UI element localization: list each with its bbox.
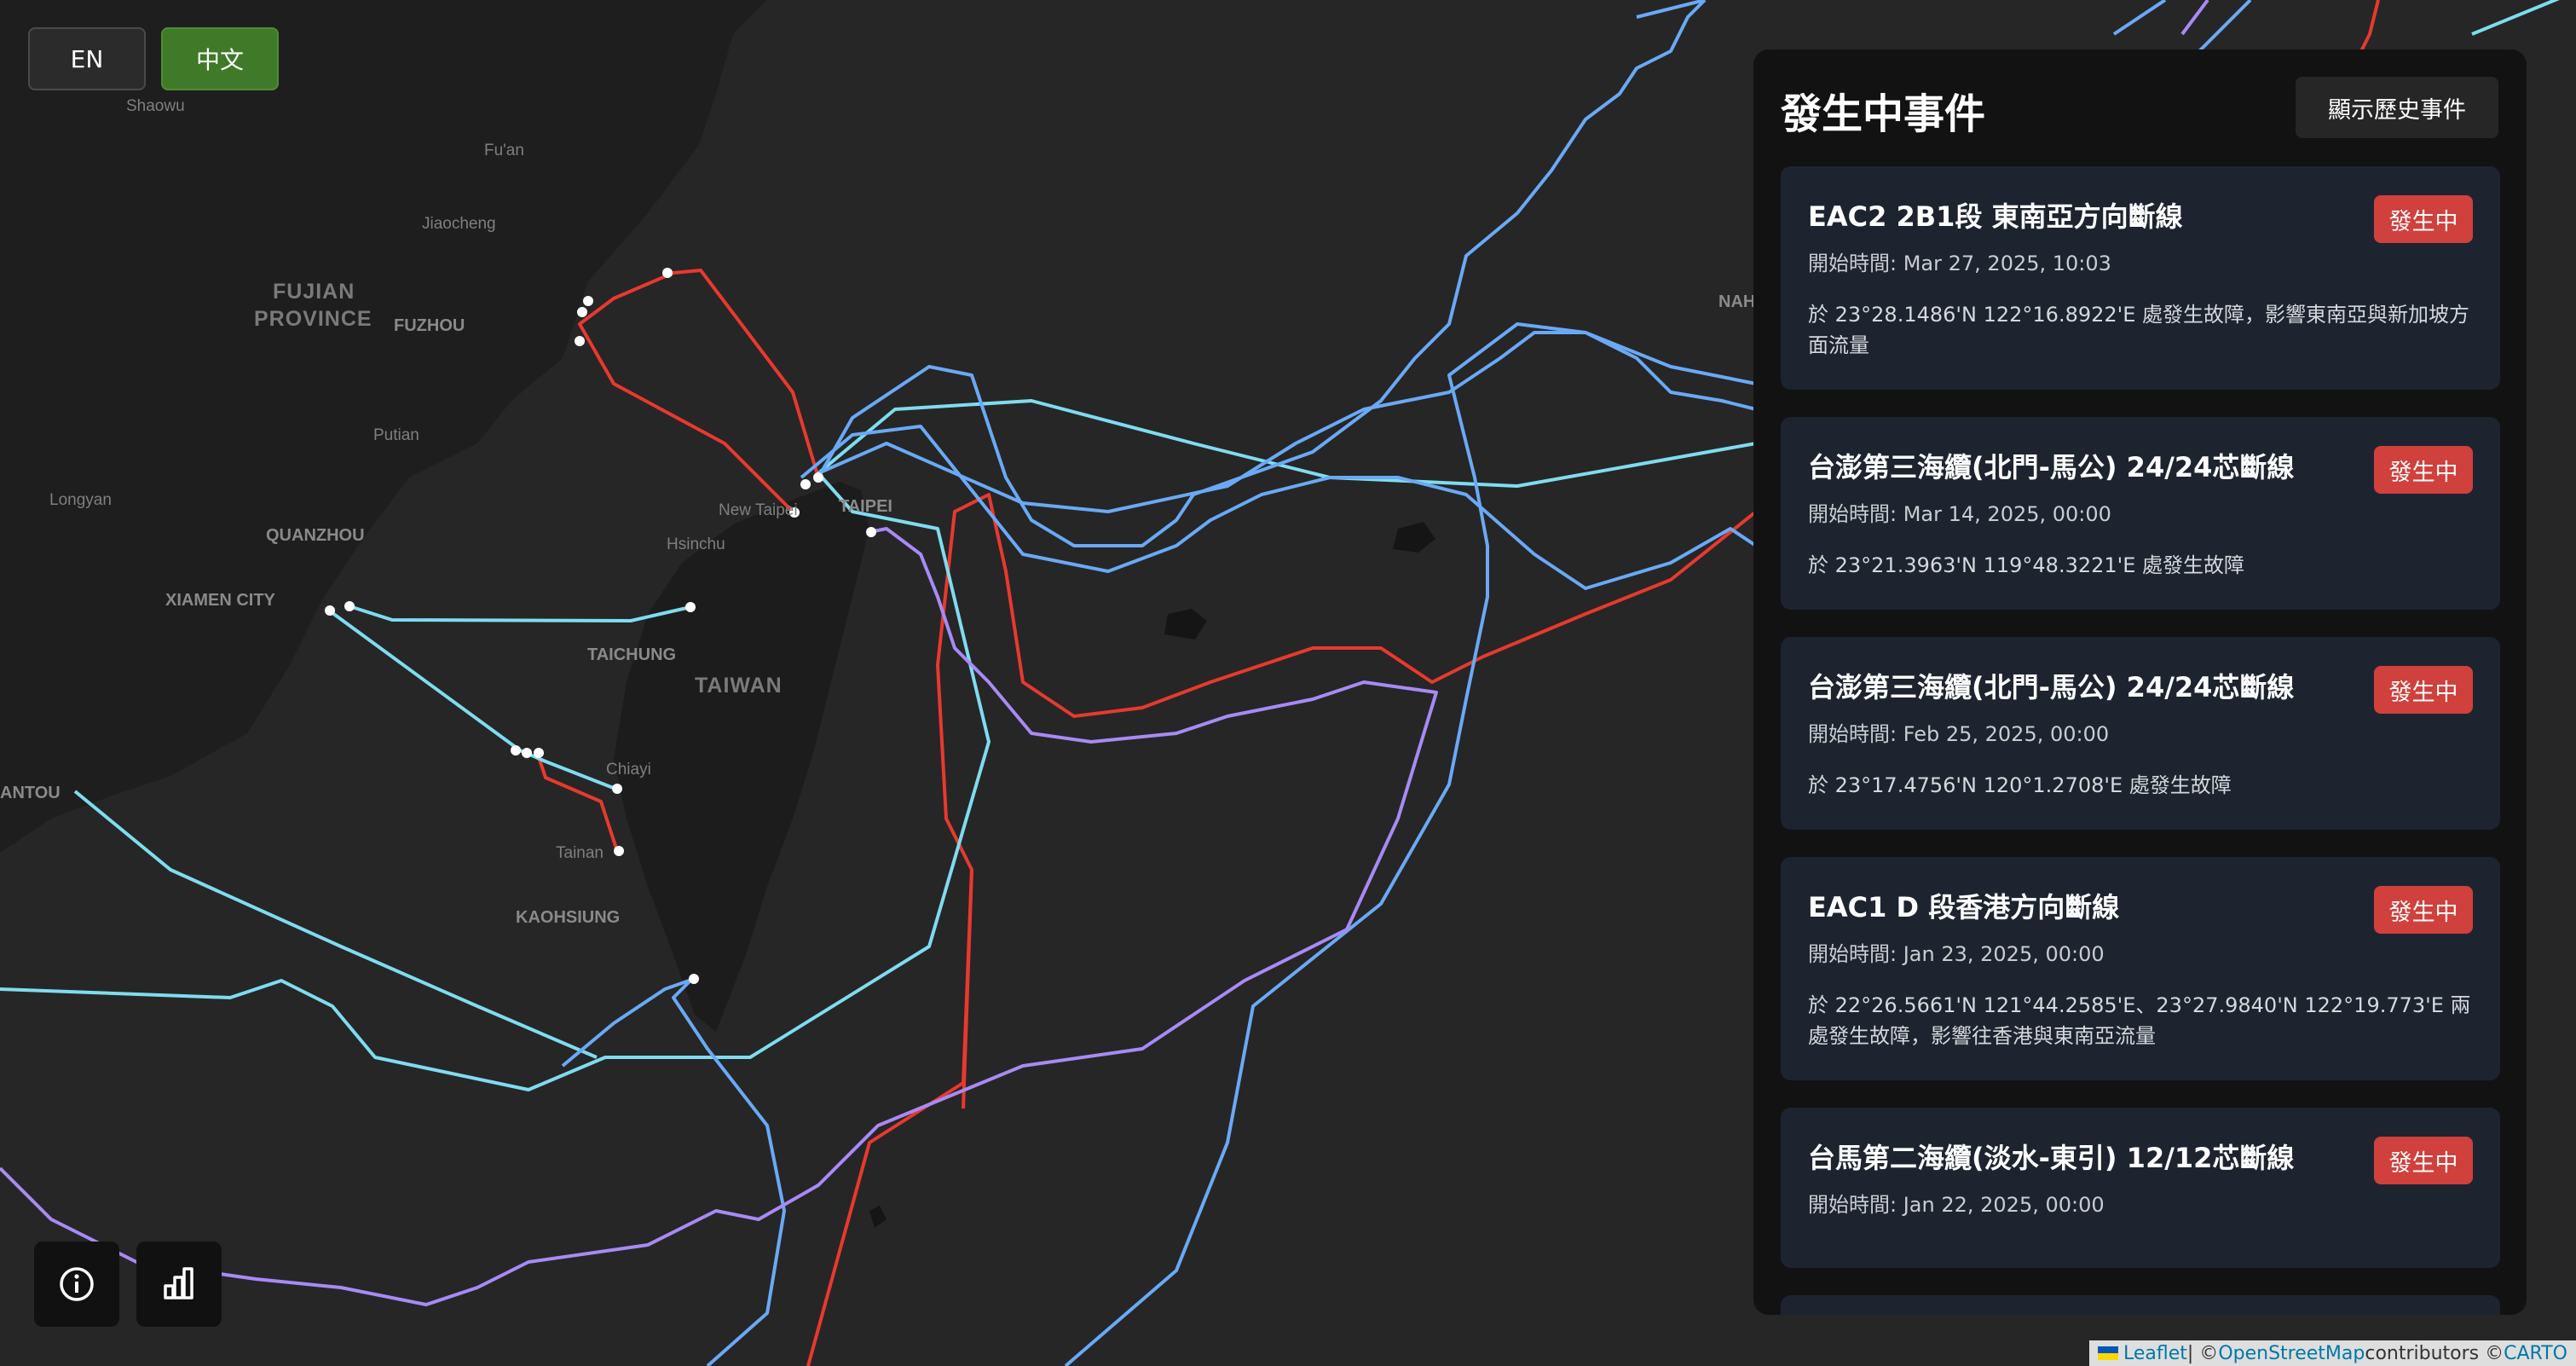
show-history-button[interactable]: 顯示歷史事件 [2296,77,2498,138]
event-card[interactable]: EAC1 D 段香港方向斷線 發生中 開始時間: Jan 23, 2025, 0… [1781,857,2500,1080]
attribution-separator: | © [2186,1342,2219,1364]
label-fujian: FUJIAN [273,280,355,304]
event-start-time: 開始時間: Jan 22, 2025, 00:00 [1808,1193,2105,1217]
label-shantou: ANTOU [0,784,61,802]
event-start-time: 開始時間: Mar 14, 2025, 00:00 [1808,502,2111,526]
panel-title: 發生中事件 [1781,90,1986,138]
status-badge: 發生中 [2374,1137,2473,1184]
event-card[interactable]: 台澎第三海纜(北門-馬公) 24/24芯斷線 發生中 開始時間: Feb 25,… [1781,637,2500,830]
event-description: 於 23°17.4756'N 120°1.2708'E 處發生故障 [1808,773,2232,797]
label-new-taipei: New Taipei [719,501,798,519]
cable-cyan-5 [2471,0,2560,36]
cable-blue-6 [817,331,1757,513]
language-en-button[interactable]: EN [28,27,146,90]
event-description: 於 22°26.5661'N 121°44.2585'E、23°27.9840'… [1808,993,2471,1048]
event-start-time: 開始時間: Feb 25, 2025, 00:00 [1808,722,2110,746]
cable-blue-1 [672,979,786,1366]
label-taichung: TAICHUNG [587,645,676,664]
label-putian: Putian [373,426,419,444]
cable-red-1 [806,493,1758,1366]
status-badge: 發生中 [2374,886,2473,934]
cable-red-3 [962,869,973,1109]
label-taiwan: TAIWAN [695,674,783,697]
event-card-partial[interactable] [1781,1295,2500,1315]
language-zh-button[interactable]: 中文 [161,27,279,90]
info-icon [60,1267,94,1301]
label-fuan: Fu'an [484,142,524,159]
event-description: 於 23°21.3963'N 119°48.3221'E 處發生故障 [1808,553,2245,577]
info-button[interactable] [34,1242,119,1327]
label-longyan: Longyan [49,491,112,509]
cable-cyan-4 [327,609,616,790]
event-title: EAC2 2B1段 東南亞方向斷線 [1808,200,2183,233]
cable-purple-2 [2180,0,2209,36]
bar-chart-icon [164,1267,193,1299]
ukraine-flag-icon [2098,1346,2118,1360]
event-description: 於 23°28.1486'N 122°16.8922'E 處發生故障，影響東南亞… [1808,303,2470,357]
island-small-3 [869,1206,887,1228]
event-title: 台馬第二海纜(淡水-東引) 12/12芯斷線 [1808,1142,2295,1174]
openstreetmap-link[interactable]: OpenStreetMap [2218,1343,2365,1364]
statistics-button[interactable] [136,1242,222,1327]
label-jiaocheng: Jiaocheng [422,215,496,233]
event-card[interactable]: 台澎第三海纜(北門-馬公) 24/24芯斷線 發生中 開始時間: Mar 14,… [1781,417,2500,610]
cable-blue-8 [2112,0,2167,36]
cable-blue-9 [2198,0,2252,53]
status-badge: 發生中 [2374,666,2473,714]
status-badge: 發生中 [2374,195,2473,243]
attribution-contributors: contributors © [2365,1342,2504,1364]
cable-red-2 [578,269,820,513]
event-title: 台澎第三海纜(北門-馬公) 24/24芯斷線 [1808,451,2295,483]
map-attribution: Leaflet | © OpenStreetMap contributors ©… [2089,1340,2576,1366]
taiwan-island [614,482,869,1032]
label-chiayi: Chiayi [606,761,651,779]
label-kaohsiung: KAOHSIUNG [516,908,620,927]
label-hsinchu: Hsinchu [667,535,725,553]
event-start-time: 開始時間: Jan 23, 2025, 00:00 [1808,942,2105,966]
event-title: EAC1 D 段香港方向斷線 [1808,891,2120,923]
label-shaowu: Shaowu [126,97,185,115]
island-small-1 [1393,522,1435,553]
label-nah: NAH [1718,292,1755,311]
label-taipei: TAIPEI [839,497,892,516]
cable-cyan-3 [349,605,691,622]
island-small-2 [1164,609,1207,640]
event-card[interactable]: 台馬第二海纜(淡水-東引) 12/12芯斷線 發生中 開始時間: Jan 22,… [1781,1108,2500,1268]
label-province: PROVINCE [254,307,373,331]
status-badge: 發生中 [2374,446,2473,494]
event-start-time: 開始時間: Mar 27, 2025, 10:03 [1808,252,2111,275]
label-quanzhou: QUANZHOU [266,526,365,545]
carto-link[interactable]: CARTO [2504,1343,2567,1364]
event-title: 台澎第三海纜(北門-馬公) 24/24芯斷線 [1808,671,2295,703]
label-tainan: Tainan [556,844,604,862]
label-fuzhou: FUZHOU [394,316,465,335]
leaflet-link[interactable]: Leaflet [2123,1343,2187,1364]
event-card[interactable]: EAC2 2B1段 東南亞方向斷線 發生中 開始時間: Mar 27, 2025… [1781,166,2500,390]
label-xiamen: XIAMEN CITY [165,591,276,610]
events-panel: 發生中事件 顯示歷史事件 EAC2 2B1段 東南亞方向斷線 發生中 開始時間:… [1753,49,2527,1315]
